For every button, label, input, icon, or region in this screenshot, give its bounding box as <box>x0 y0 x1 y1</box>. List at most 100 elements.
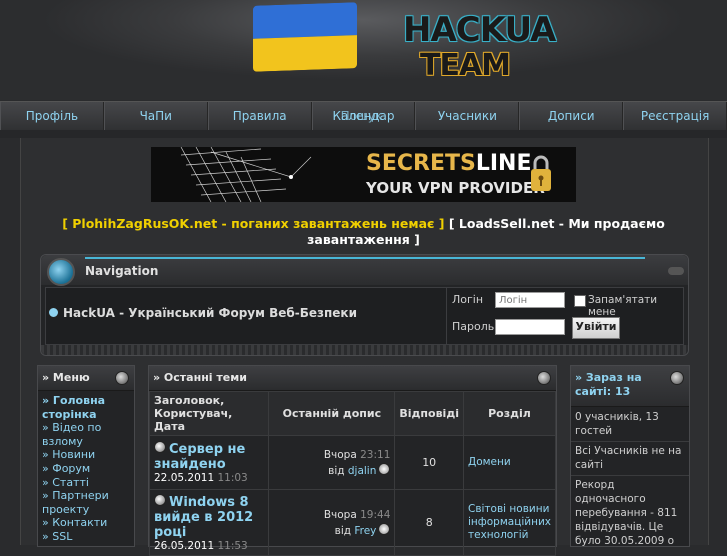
topic-time: 11:53 <box>217 539 248 552</box>
remember-checkbox[interactable] <box>574 295 586 307</box>
col-replies: Відповіді <box>394 391 464 436</box>
menu-title: » Меню <box>42 371 90 384</box>
section-cell[interactable]: Світові новини інформаційних технологій <box>463 489 556 556</box>
remember-label: Запам'ятати мене <box>588 294 658 318</box>
last-post-time: 23:11 <box>360 448 391 461</box>
site-logo-line2[interactable]: TEAM <box>420 48 511 83</box>
nav-profile[interactable]: Профіль <box>0 102 104 131</box>
online-panel: » Зараз на сайті: 13 0 учасників, 13 гос… <box>570 365 690 547</box>
topic-bullet-icon <box>154 493 166 506</box>
topic-cell: Сервер не знайдено 22.05.2011 11:03 <box>148 435 270 490</box>
nav-posts[interactable]: Дописи <box>519 102 624 131</box>
online-counts: 0 учасників, 13 гостей <box>571 407 689 442</box>
menu-item-home[interactable]: » Головна сторінка <box>42 394 134 421</box>
col-last-post: Останній допис <box>268 391 396 436</box>
topic-date-value: 22.05.2011 <box>154 472 215 484</box>
banner-brand: SECRETSLINE <box>366 151 532 176</box>
topic-title: Сервер не знайдено <box>154 442 246 472</box>
replies-cell: 10 <box>394 435 464 490</box>
topic-link[interactable]: Сервер не знайдено <box>154 441 264 472</box>
navigation-body: HackUA - Український Форум Веб-Безпеки Л… <box>45 287 684 345</box>
ukraine-flag-icon <box>253 2 357 72</box>
nav-faq[interactable]: ЧаПи <box>103 102 208 131</box>
last-post-time: 19:44 <box>360 508 391 521</box>
banner-brand-a: SECRETS <box>366 151 476 176</box>
site-name[interactable]: HackUA - Український Форум Веб-Безпеки <box>48 306 357 320</box>
online-title[interactable]: » Зараз на сайті: 13 <box>575 371 669 399</box>
password-input[interactable] <box>495 319 565 335</box>
nav-search-overlap[interactable]: Пошук <box>341 102 383 130</box>
col-section: Розділ <box>463 391 556 436</box>
topic-date: 22.05.2011 11:03 <box>154 472 264 484</box>
navigation-header: Navigation <box>41 255 688 286</box>
topic-bullet-icon <box>154 441 166 453</box>
login-input[interactable] <box>495 292 565 308</box>
menu-item-contacts[interactable]: » Контакти <box>42 516 134 530</box>
last-post-cell: Вчора 19:44 від Frey <box>268 489 396 556</box>
vpn-banner[interactable]: SECRETSLINE YOUR VPN PROVIDER <box>151 147 576 202</box>
menu-item-articles[interactable]: » Статті <box>42 476 134 490</box>
menu-header: » Меню <box>38 366 134 391</box>
table-header-row: Заголовок, Користувач, Дата Останній доп… <box>148 391 556 436</box>
padlock-icon <box>531 155 551 191</box>
menu-panel: » Меню » Головна сторінка » Відео по взл… <box>37 365 135 547</box>
navigation-title: Navigation <box>85 264 159 278</box>
latest-topics-header: » Останні теми <box>149 366 556 391</box>
topic-date-value: 26.05.2011 <box>154 539 215 552</box>
ad-link-1[interactable]: [ PlohihZagRusOK.net - поганих завантаже… <box>62 216 444 231</box>
last-post-cell: Вчора 23:11 від djalin <box>268 435 396 490</box>
topic-time: 11:03 <box>217 472 248 484</box>
online-toggle-icon[interactable] <box>670 371 684 385</box>
site-logo-line1[interactable]: HACKUA <box>403 10 556 50</box>
col-title: Заголовок, Користувач, Дата <box>148 391 270 436</box>
topic-title: Windows 8 вийде в 2012 році <box>154 494 254 540</box>
nav-members[interactable]: Учасники <box>415 102 520 131</box>
table-row: Windows 8 вийде в 2012 році 26.05.2011 1… <box>148 489 556 556</box>
menu-item-partners[interactable]: » Партнери проекту <box>42 489 134 516</box>
bullet-icon <box>48 307 59 318</box>
navigation-footer <box>41 345 688 355</box>
go-to-post-icon[interactable] <box>378 462 391 475</box>
last-post-by: від <box>328 464 345 477</box>
topic-link[interactable]: Windows 8 вийде в 2012 році <box>154 493 264 540</box>
menu-item-forum[interactable]: » Форум <box>42 462 134 476</box>
navigation-box: Navigation HackUA - Український Форум Ве… <box>40 254 689 356</box>
last-post-user[interactable]: djalin <box>348 465 377 477</box>
login-label: Логін <box>452 293 484 306</box>
last-post-day: Вчора <box>323 508 357 521</box>
last-post-day: Вчора <box>323 448 357 461</box>
latest-toggle-icon[interactable] <box>537 371 551 385</box>
section-cell[interactable]: Домени <box>463 435 556 490</box>
last-post-user[interactable]: Frey <box>354 525 376 537</box>
ad-links: [ PlohihZagRusOK.net - поганих завантаже… <box>60 216 667 248</box>
site-name-text: HackUA - Український Форум Веб-Безпеки <box>63 306 357 320</box>
collapse-handle[interactable] <box>668 267 684 275</box>
menu-item-news[interactable]: » Новини <box>42 448 134 462</box>
last-post-by: від <box>334 524 351 537</box>
main-nav: Профіль ЧаПи Правила Календар Пошук Учас… <box>0 101 727 132</box>
online-record: Рекорд одночасного перебування - 811 від… <box>575 479 678 547</box>
online-members: Всі Учасників не на сайті <box>571 441 689 476</box>
password-label: Пароль <box>452 320 495 333</box>
menu-item-ssl[interactable]: » SSL <box>42 530 134 544</box>
menu-item-video[interactable]: » Відео по взлому <box>42 421 134 448</box>
login-panel: Логін Запам'ятати мене Пароль Увійти <box>446 288 684 344</box>
table-row: Сервер не знайдено 22.05.2011 11:03 Вчор… <box>148 435 556 490</box>
banner-brand-b: LINE <box>475 151 532 176</box>
nav-register[interactable]: Реєстрація <box>623 102 727 131</box>
header-accent-line <box>85 257 645 259</box>
banner-tagline: YOUR VPN PROVIDER <box>366 179 545 197</box>
nav-rules[interactable]: Правила <box>207 102 312 131</box>
nav-calendar[interactable]: Календар Пошук <box>311 102 416 131</box>
replies-cell: 8 <box>394 489 464 556</box>
go-to-post-icon[interactable] <box>378 522 391 535</box>
topic-cell: Windows 8 вийде в 2012 році 26.05.2011 1… <box>148 489 270 556</box>
login-button[interactable]: Увійти <box>572 317 620 339</box>
nav-underbar <box>0 130 727 138</box>
topic-date: 26.05.2011 11:53 <box>154 540 264 552</box>
menu-toggle-icon[interactable] <box>115 371 129 385</box>
banner-grid-graphic <box>180 147 312 202</box>
latest-topics-table: Заголовок, Користувач, Дата Останній доп… <box>148 391 556 556</box>
latest-topics-panel: » Останні теми Заголовок, Користувач, Да… <box>148 365 557 556</box>
site-header: HACKUA TEAM <box>0 0 727 100</box>
